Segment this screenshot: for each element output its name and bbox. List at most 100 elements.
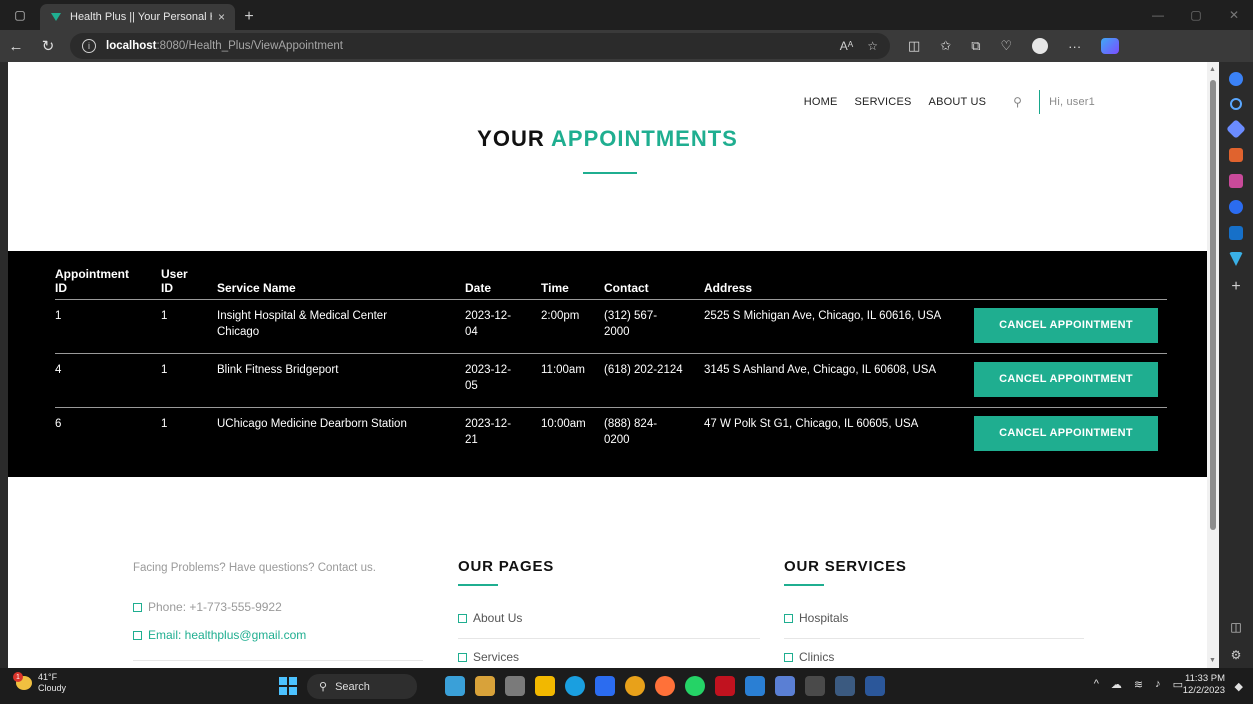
link-bullet-icon: [458, 652, 467, 662]
drop-icon[interactable]: [1229, 252, 1243, 266]
table-row: 4 1 Blink Fitness Bridgeport 2023-12-05 …: [55, 353, 1167, 408]
notification-bell-icon[interactable]: ◆: [1235, 680, 1243, 693]
weather-widget[interactable]: 1 41°F Cloudy: [13, 672, 66, 694]
footer-email[interactable]: Email: healthplus@gmail.com: [133, 628, 306, 642]
browser-tab[interactable]: Health Plus || Your Personal Heal ×: [40, 4, 235, 30]
cell-time: 2:00pm: [541, 299, 604, 354]
copilot-sidebar-icon[interactable]: [1229, 200, 1243, 214]
weather-temperature: 41°F: [38, 672, 58, 682]
minimize-icon[interactable]: —: [1139, 0, 1177, 30]
cell-appointment-id: 6: [55, 417, 62, 430]
battery-icon[interactable]: ▭: [1173, 678, 1183, 691]
our-pages-heading: OUR PAGES: [458, 558, 555, 575]
our-pages-underline: [458, 584, 498, 586]
settings-gear-icon[interactable]: ⚙: [1231, 648, 1242, 662]
cell-service-name: UChicago Medicine Dearborn Station: [217, 417, 407, 430]
taskview-app-icon[interactable]: [505, 676, 525, 696]
nav-about-us[interactable]: ABOUT US: [929, 96, 987, 108]
terminal-app-icon[interactable]: [805, 676, 825, 696]
search-sidebar-icon[interactable]: [1230, 98, 1242, 110]
table-row: 6 1 UChicago Medicine Dearborn Station 2…: [55, 407, 1167, 461]
copilot-icon[interactable]: [1101, 38, 1120, 54]
more-menu-icon[interactable]: ···: [1068, 39, 1081, 54]
cell-address: 3145 S Ashland Ave, Chicago, IL 60608, U…: [704, 353, 974, 408]
footer-link-hospitals[interactable]: Hospitals: [784, 611, 848, 625]
favorites-icon[interactable]: ✩: [940, 38, 951, 54]
scrollbar-thumb[interactable]: [1210, 80, 1216, 530]
footer-link-services[interactable]: Services: [458, 650, 519, 664]
col-contact: Contact: [604, 263, 704, 300]
cell-appointment-id: 1: [55, 299, 161, 354]
address-bar[interactable]: i localhost:8080/Health_Plus/ViewAppoint…: [70, 33, 890, 59]
wifi-icon[interactable]: ≋: [1134, 678, 1143, 691]
email-icon: [133, 630, 142, 640]
footer-link-about-us[interactable]: About Us: [458, 611, 522, 625]
add-sidebar-app-icon[interactable]: +: [1231, 278, 1240, 296]
cancel-appointment-button[interactable]: CANCEL APPOINTMENT: [974, 307, 1158, 343]
url-host: localhost: [106, 40, 157, 52]
user-greeting[interactable]: Hi, user1: [1049, 96, 1095, 108]
weather-icon: 1: [13, 672, 32, 690]
page-scrollbar[interactable]: ▲ ▼: [1207, 62, 1219, 668]
tab-close-icon[interactable]: ×: [218, 10, 225, 24]
footer-link-clinics[interactable]: Clinics: [784, 650, 834, 664]
page-title-part1: YOUR: [477, 126, 545, 151]
teams-app-icon[interactable]: [475, 676, 495, 696]
file-explorer-icon[interactable]: [535, 676, 555, 696]
collections-icon[interactable]: ⧉: [971, 38, 980, 54]
outlook-icon[interactable]: [1229, 226, 1243, 240]
netflix-app-icon[interactable]: [715, 676, 735, 696]
site-info-icon[interactable]: i: [82, 39, 96, 53]
notepad-app-icon[interactable]: [745, 676, 765, 696]
windows-start-icon[interactable]: [279, 677, 297, 695]
read-aloud-icon[interactable]: Aᴬ: [840, 39, 853, 53]
nav-home[interactable]: HOME: [804, 96, 838, 108]
health-icon[interactable]: ♡: [1001, 38, 1013, 54]
scroll-up-icon[interactable]: ▲: [1209, 66, 1216, 73]
search-icon[interactable]: ⚲: [1013, 95, 1022, 109]
taskbar-clock[interactable]: 11:33 PM 12/2/2023: [1183, 673, 1225, 697]
shopping-tag-icon[interactable]: [1226, 119, 1246, 139]
volume-icon[interactable]: ♪: [1155, 678, 1161, 691]
cancel-appointment-button[interactable]: CANCEL APPOINTMENT: [974, 415, 1158, 451]
col-address: Address: [704, 263, 974, 300]
clock-time: 11:33 PM: [1185, 673, 1225, 684]
taskbar-search[interactable]: ⚲ Search: [307, 674, 417, 699]
cell-time: 11:00am: [541, 353, 604, 408]
edge-browser-icon[interactable]: [565, 676, 585, 696]
page-viewport: HOME SERVICES ABOUT US ⚲ Hi, user1 YOUR …: [8, 62, 1207, 668]
firefox-app-icon[interactable]: [655, 676, 675, 696]
tab-actions-icon[interactable]: ▢: [0, 0, 40, 30]
notifications-icon[interactable]: [1229, 72, 1243, 86]
restore-icon[interactable]: ▢: [1177, 0, 1215, 30]
onedrive-icon[interactable]: ☁: [1111, 678, 1122, 691]
profile-avatar[interactable]: [1032, 38, 1049, 54]
refresh-icon[interactable]: ↻: [32, 30, 64, 62]
remote-desktop-app-icon[interactable]: [835, 676, 855, 696]
chrome-app-icon[interactable]: [625, 676, 645, 696]
whatsapp-app-icon[interactable]: [685, 676, 705, 696]
cell-contact: (888) 824-0200: [604, 417, 658, 446]
col-date: Date: [465, 263, 541, 300]
split-screen-icon[interactable]: ◫: [908, 38, 920, 54]
games-icon[interactable]: [1229, 174, 1243, 188]
cell-service-name: Blink Fitness Bridgeport: [217, 353, 465, 408]
footer-phone-text: Phone: +1-773-555-9922: [148, 600, 282, 614]
favorite-star-icon[interactable]: ☆: [867, 39, 878, 53]
tools-icon[interactable]: [1229, 148, 1243, 162]
tray-overflow-icon[interactable]: ^: [1094, 678, 1099, 691]
nav-services[interactable]: SERVICES: [855, 96, 912, 108]
close-window-icon[interactable]: ✕: [1215, 0, 1253, 30]
new-tab-button[interactable]: +: [235, 4, 263, 30]
cell-date: 2023-12-05: [465, 353, 541, 408]
scroll-down-icon[interactable]: ▼: [1209, 657, 1216, 664]
store-app-icon[interactable]: [595, 676, 615, 696]
back-arrow-icon[interactable]: ←: [0, 30, 32, 62]
taskbar-search-label: Search: [335, 680, 370, 693]
widgets-app-icon[interactable]: [445, 676, 465, 696]
word-app-icon[interactable]: [865, 676, 885, 696]
footer-email-text[interactable]: Email: healthplus@gmail.com: [148, 628, 306, 642]
cancel-appointment-button[interactable]: CANCEL APPOINTMENT: [974, 361, 1158, 397]
app-icon[interactable]: [775, 676, 795, 696]
sidebar-layout-icon[interactable]: ◫: [1230, 620, 1241, 634]
